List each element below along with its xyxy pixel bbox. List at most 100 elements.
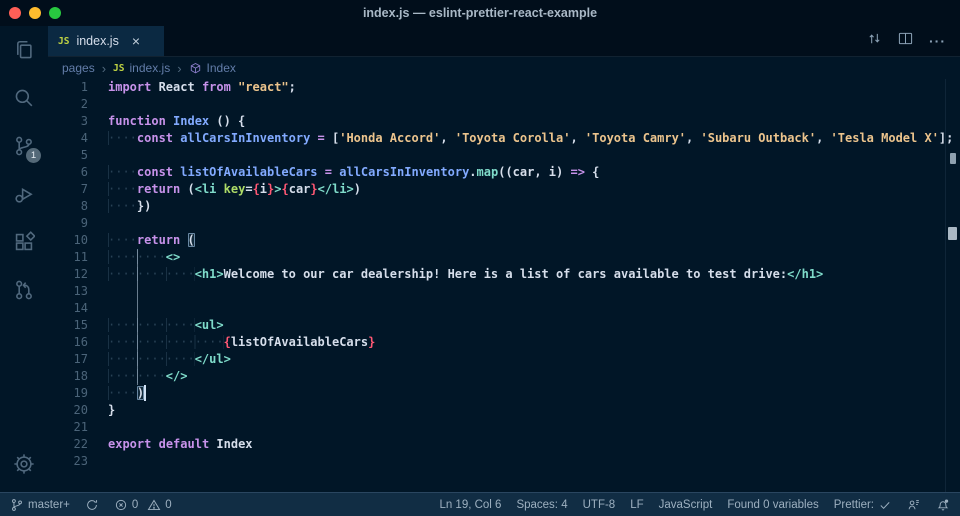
code-line[interactable]: 7····return (<li key={i}>{car}</li>) (48, 181, 960, 198)
language-mode-status[interactable]: JavaScript (659, 499, 713, 511)
line-number[interactable]: 5 (48, 147, 88, 164)
search-icon[interactable] (0, 74, 48, 122)
problems-status[interactable]: 0 0 (114, 498, 172, 512)
code-token: return (137, 233, 180, 247)
whitespace-dots: ················ (108, 335, 224, 349)
breadcrumb-item-file[interactable]: JS index.js (113, 61, 170, 75)
code-token: </h1> (787, 267, 823, 281)
tab-indexjs[interactable]: JS index.js × (48, 26, 164, 56)
prettier-status[interactable]: Prettier: (834, 498, 892, 512)
code-line[interactable]: 2 (48, 96, 960, 113)
line-content: ················{listOfAvailableCars} (108, 334, 375, 351)
whitespace-dots: ···· (108, 233, 137, 247)
explorer-icon[interactable] (0, 26, 48, 74)
code-line[interactable]: 21 (48, 419, 960, 436)
encoding-status[interactable]: UTF-8 (583, 499, 616, 511)
line-number[interactable]: 3 (48, 113, 88, 130)
whitespace-dots: ···· (108, 131, 137, 145)
indentation-status[interactable]: Spaces: 4 (516, 499, 567, 511)
code-line[interactable]: 3function Index () { (48, 113, 960, 130)
code-line[interactable]: 9 (48, 215, 960, 232)
line-number[interactable]: 22 (48, 436, 88, 453)
code-token: <h1> (195, 267, 224, 281)
line-number[interactable]: 20 (48, 402, 88, 419)
code-line[interactable]: 6····const listOfAvailableCars = allCars… (48, 164, 960, 181)
line-number[interactable]: 13 (48, 283, 88, 300)
code-line[interactable]: 20} (48, 402, 960, 419)
cursor-position-status[interactable]: Ln 19, Col 6 (439, 499, 501, 511)
breadcrumb-item-pages[interactable]: pages (62, 61, 95, 75)
notifications-bell-icon[interactable] (936, 498, 950, 512)
line-number[interactable]: 10 (48, 232, 88, 249)
code-token: ) (137, 386, 144, 400)
code-token: { (282, 182, 289, 196)
overview-ruler-marker (950, 153, 956, 164)
code-line[interactable]: 5 (48, 147, 960, 164)
code-line[interactable]: 13 (48, 283, 960, 300)
editor-scrollbar[interactable] (945, 79, 960, 492)
zoom-window-button[interactable] (49, 7, 61, 19)
line-number[interactable]: 11 (48, 249, 88, 266)
gear-icon[interactable] (0, 440, 48, 488)
line-number[interactable]: 1 (48, 79, 88, 96)
code-line[interactable]: 12············<h1>Welcome to our car dea… (48, 266, 960, 283)
line-number[interactable]: 9 (48, 215, 88, 232)
code-line[interactable]: 8····}) (48, 198, 960, 215)
chevron-right-icon: › (177, 61, 181, 76)
code-token: </> (166, 369, 188, 383)
code-line[interactable]: 11········<> (48, 249, 960, 266)
line-number[interactable]: 8 (48, 198, 88, 215)
breadcrumb-item-symbol[interactable]: Index (189, 61, 236, 75)
code-line[interactable]: 15············<ul> (48, 317, 960, 334)
sync-changes-button[interactable] (85, 498, 99, 512)
eol-status[interactable]: LF (630, 499, 643, 511)
code-line[interactable]: 4····const allCarsInInventory = ['Honda … (48, 130, 960, 147)
minimize-window-button[interactable] (29, 7, 41, 19)
line-number[interactable]: 16 (48, 334, 88, 351)
code-line[interactable]: 16 ················{listOfAvailableCars} (48, 334, 960, 351)
line-number[interactable]: 18 (48, 368, 88, 385)
code-editor[interactable]: 1import React from "react";23function In… (48, 79, 960, 492)
code-line[interactable]: 19····) (48, 385, 960, 402)
code-line[interactable]: 1import React from "react"; (48, 79, 960, 96)
code-token: </li> (318, 182, 354, 196)
code-line[interactable]: 22export default Index (48, 436, 960, 453)
extensions-icon[interactable] (0, 218, 48, 266)
line-number[interactable]: 17 (48, 351, 88, 368)
line-number[interactable]: 6 (48, 164, 88, 181)
code-token: 'Toyota Corolla' (455, 131, 571, 145)
title-bar[interactable]: index.js — eslint-prettier-react-example (0, 0, 960, 26)
run-debug-icon[interactable] (0, 170, 48, 218)
split-editor-icon[interactable] (898, 31, 913, 51)
line-number[interactable]: 2 (48, 96, 88, 113)
feedback-icon[interactable] (907, 498, 921, 512)
line-number[interactable]: 12 (48, 266, 88, 283)
pull-request-icon[interactable] (0, 266, 48, 314)
line-number[interactable]: 14 (48, 300, 88, 317)
code-line[interactable]: 10····return ( (48, 232, 960, 249)
git-branch-status[interactable]: master+ (10, 498, 70, 512)
line-number[interactable]: 21 (48, 419, 88, 436)
close-window-button[interactable] (9, 7, 21, 19)
line-number[interactable]: 23 (48, 453, 88, 470)
whitespace-dots: ···· (108, 182, 137, 196)
open-changes-icon[interactable] (867, 31, 882, 51)
line-number[interactable]: 15 (48, 317, 88, 334)
code-token: car (289, 182, 311, 196)
code-token: { (585, 165, 599, 179)
code-line[interactable]: 14 (48, 300, 960, 317)
close-tab-icon[interactable]: × (132, 34, 140, 48)
more-actions-icon[interactable]: ··· (929, 33, 946, 49)
code-line[interactable]: 23 (48, 453, 960, 470)
line-number[interactable]: 7 (48, 181, 88, 198)
text-cursor (144, 385, 146, 401)
variables-status[interactable]: Found 0 variables (727, 499, 818, 511)
line-content: } (108, 402, 115, 419)
code-line[interactable]: 18········</> (48, 368, 960, 385)
code-token: () { (209, 114, 245, 128)
line-number[interactable]: 4 (48, 130, 88, 147)
code-line[interactable]: 17············</ul> (48, 351, 960, 368)
line-number[interactable]: 19 (48, 385, 88, 402)
source-control-icon[interactable]: 1 (0, 122, 48, 170)
code-token: allCarsInInventory (339, 165, 469, 179)
